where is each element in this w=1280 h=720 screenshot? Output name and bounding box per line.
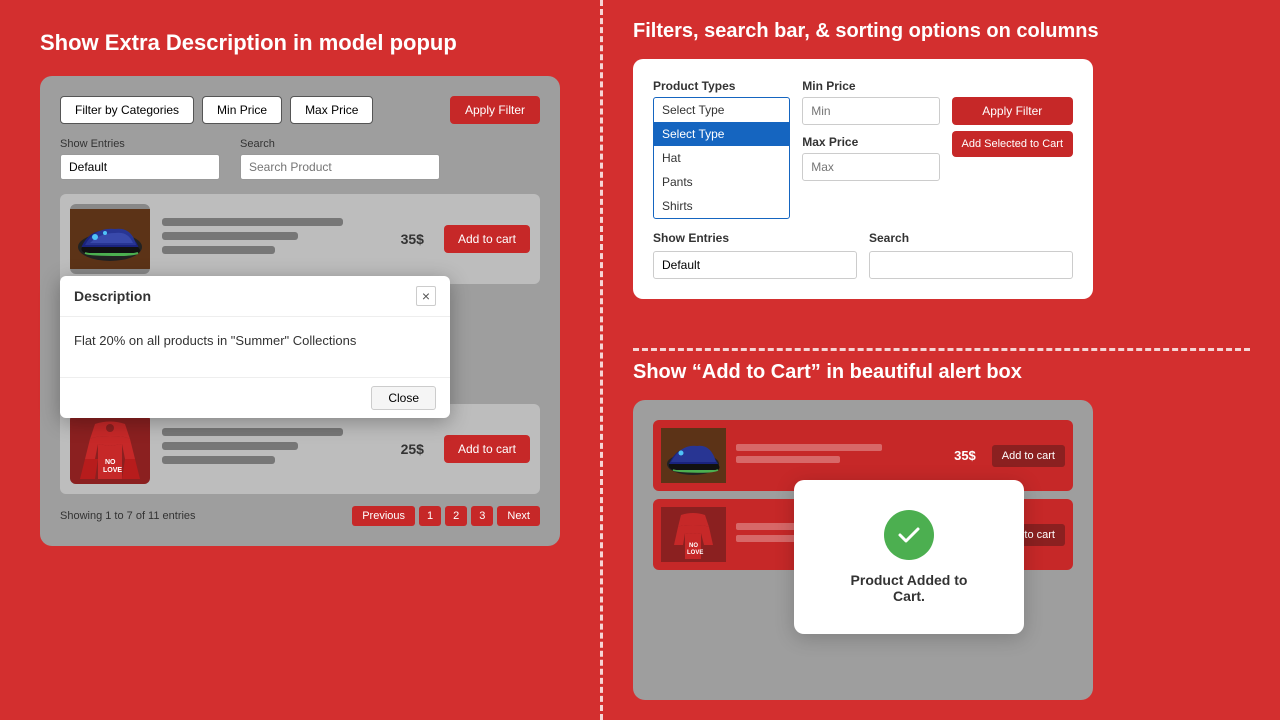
- right-bottom-section: Show “Add to Cart” in beautiful alert bo…: [633, 361, 1250, 700]
- modal-close-btn[interactable]: Close: [371, 386, 436, 410]
- right-apply-filter-button[interactable]: Apply Filter: [952, 97, 1074, 125]
- product-types-dropdown[interactable]: Select Type Select Type Hat Pants Shirts: [653, 97, 790, 219]
- filter-action-buttons: Apply Filter Add Selected to Cart: [952, 79, 1074, 157]
- small-product-line: [736, 444, 882, 451]
- product-line: [162, 428, 343, 436]
- min-price-button[interactable]: Min Price: [202, 96, 282, 124]
- modal-footer: Close: [60, 377, 450, 418]
- max-price-button[interactable]: Max Price: [290, 96, 373, 124]
- filter-by-categories-button[interactable]: Filter by Categories: [60, 96, 194, 124]
- modal-header: Description ×: [60, 276, 450, 317]
- success-icon: [884, 510, 934, 560]
- product-line: [162, 246, 275, 254]
- alert-section-card: 35$ Add to cart NO LOVE: [633, 400, 1093, 700]
- small-product-lines-1: [736, 444, 944, 468]
- filter-show-entries-col: Show Entries: [653, 231, 857, 279]
- apply-filter-button[interactable]: Apply Filter: [450, 96, 540, 124]
- search-label: Search: [240, 138, 440, 150]
- filter-row: Filter by Categories Min Price Max Price…: [60, 96, 540, 124]
- filter-show-entries-input[interactable]: [653, 251, 857, 279]
- right-bottom-title: Show “Add to Cart” in beautiful alert bo…: [633, 361, 1250, 384]
- min-price-input[interactable]: [802, 97, 939, 125]
- show-entries-input[interactable]: [60, 154, 220, 180]
- success-alert: Product Added to Cart.: [794, 480, 1024, 634]
- add-to-cart-button-2[interactable]: Add to cart: [444, 435, 530, 463]
- page-1-button[interactable]: 1: [419, 506, 441, 526]
- filter-search-label: Search: [869, 231, 1073, 245]
- search-input[interactable]: [240, 154, 440, 180]
- prev-page-button[interactable]: Previous: [352, 506, 415, 526]
- small-add-cart-btn-1[interactable]: Add to cart: [992, 445, 1065, 467]
- product-types-label: Product Types: [653, 79, 790, 93]
- filter-search-input[interactable]: [869, 251, 1073, 279]
- main-card: Filter by Categories Min Price Max Price…: [40, 76, 560, 546]
- search-group: Search: [240, 138, 440, 180]
- show-entries-group: Show Entries: [60, 138, 220, 180]
- product-lines-2: [162, 428, 389, 470]
- product-types-col: Product Types Select Type Select Type Ha…: [653, 79, 790, 219]
- svg-text:NO: NO: [105, 459, 116, 466]
- small-product-image-1: [661, 428, 726, 483]
- success-alert-text: Product Added to Cart.: [844, 572, 974, 604]
- svg-text:LOVE: LOVE: [103, 467, 122, 474]
- price-col: Min Price Max Price: [802, 79, 939, 181]
- add-to-cart-button-1[interactable]: Add to cart: [444, 225, 530, 253]
- right-top-title: Filters, search bar, & sorting options o…: [633, 20, 1250, 43]
- right-top-section: Filters, search bar, & sorting options o…: [633, 20, 1250, 338]
- svg-text:NO: NO: [689, 543, 698, 549]
- entries-search-row: Show Entries Search: [60, 138, 540, 180]
- filter-search-col: Search: [869, 231, 1073, 279]
- dropdown-select-type-2[interactable]: Select Type: [654, 122, 789, 146]
- page-2-button[interactable]: 2: [445, 506, 467, 526]
- description-modal: Description × Flat 20% on all products i…: [60, 276, 450, 418]
- left-section-title: Show Extra Description in model popup: [40, 30, 560, 56]
- vertical-divider: [600, 0, 603, 720]
- filter-show-entries-label: Show Entries: [653, 231, 857, 245]
- modal-description-text: Flat 20% on all products in "Summer" Col…: [74, 333, 356, 348]
- product-lines-1: [162, 218, 389, 260]
- next-page-button[interactable]: Next: [497, 506, 540, 526]
- product-image-2: NO LOVE: [70, 414, 150, 484]
- dropdown-select-type-1[interactable]: Select Type: [654, 98, 789, 122]
- pagination-info: Showing 1 to 7 of 11 entries: [60, 510, 348, 522]
- product-price-1: 35$: [401, 231, 424, 247]
- product-line: [162, 232, 298, 240]
- product-line: [162, 442, 298, 450]
- product-line: [162, 218, 343, 226]
- dropdown-hat[interactable]: Hat: [654, 146, 789, 170]
- small-product-line: [736, 456, 840, 463]
- horizontal-divider: [633, 348, 1250, 351]
- right-panel: Filters, search bar, & sorting options o…: [603, 0, 1280, 720]
- filter-bottom-row: Show Entries Search: [653, 231, 1073, 279]
- modal-close-button[interactable]: ×: [416, 286, 436, 306]
- product-image-1: [70, 204, 150, 274]
- modal-title: Description: [74, 288, 151, 304]
- dropdown-pants[interactable]: Pants: [654, 170, 789, 194]
- filter-card: Product Types Select Type Select Type Ha…: [633, 59, 1093, 299]
- product-line: [162, 456, 275, 464]
- add-selected-to-cart-button[interactable]: Add Selected to Cart: [952, 131, 1074, 157]
- small-price-1: 35$: [954, 448, 976, 463]
- small-product-image-2: NO LOVE: [661, 507, 726, 562]
- product-row-1: 35$ Add to cart: [60, 194, 540, 284]
- product-price-2: 25$: [401, 441, 424, 457]
- pagination: Showing 1 to 7 of 11 entries Previous 1 …: [60, 506, 540, 526]
- max-price-label: Max Price: [802, 135, 939, 149]
- show-entries-label: Show Entries: [60, 138, 220, 150]
- left-panel: Show Extra Description in model popup Fi…: [0, 0, 600, 720]
- modal-body: Flat 20% on all products in "Summer" Col…: [60, 317, 450, 377]
- dropdown-shirts[interactable]: Shirts: [654, 194, 789, 218]
- svg-text:LOVE: LOVE: [687, 550, 703, 556]
- max-price-input[interactable]: [802, 153, 939, 181]
- min-price-label: Min Price: [802, 79, 939, 93]
- page-3-button[interactable]: 3: [471, 506, 493, 526]
